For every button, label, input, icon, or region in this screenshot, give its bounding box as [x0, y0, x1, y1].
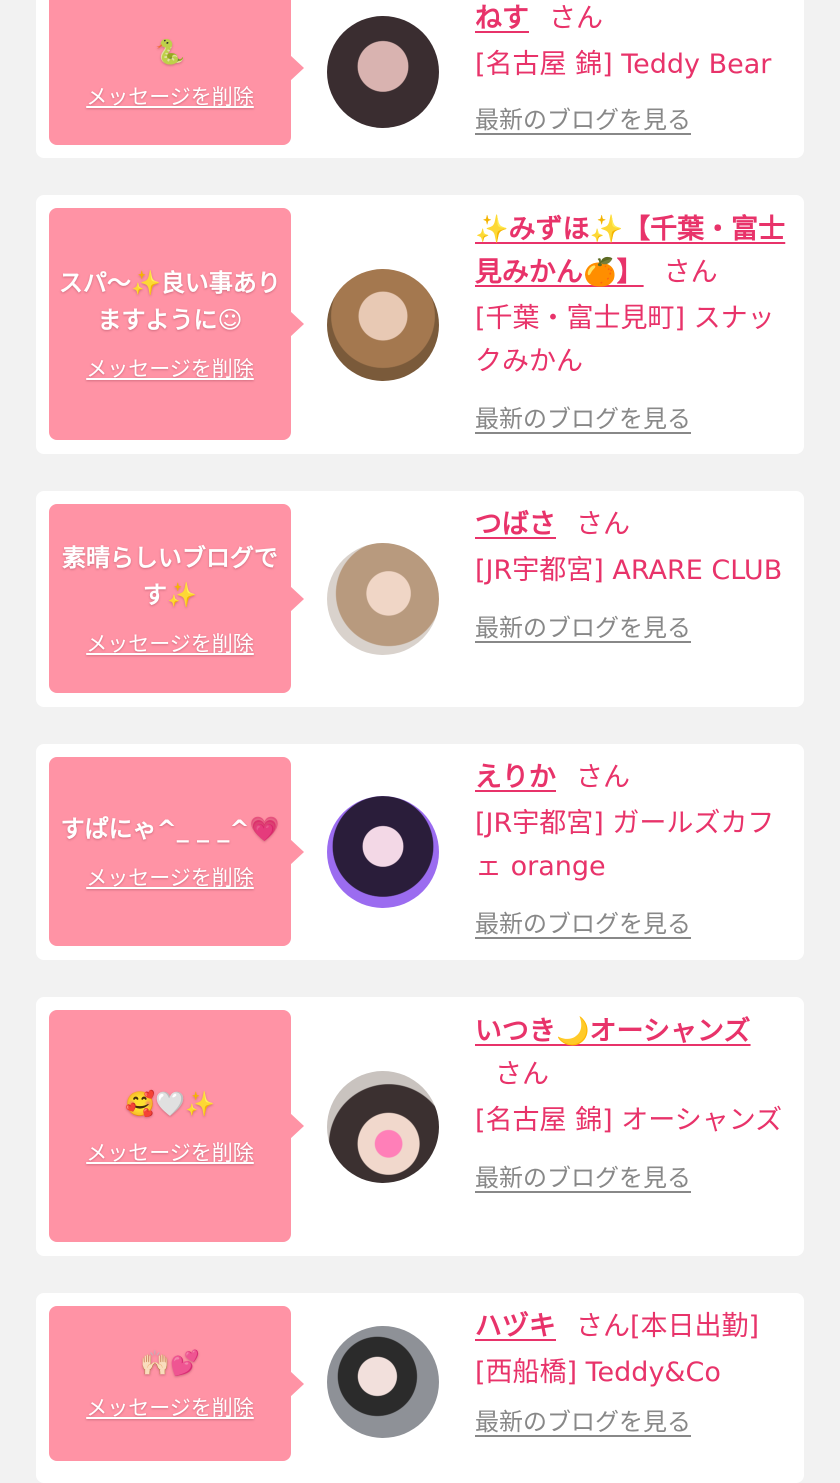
message-bubble: 🐍 メッセージを削除 — [49, 0, 304, 145]
message-text: すぱにゃ^_ _ _^💗 — [60, 815, 280, 843]
latest-blog-link[interactable]: 最新のブログを見る — [475, 608, 793, 643]
avatar[interactable] — [327, 543, 439, 655]
delete-message-link[interactable]: メッセージを削除 — [86, 81, 254, 111]
shop-name: [千葉・富士見町] スナックみかん — [475, 303, 775, 377]
honorific: さん — [495, 1059, 549, 1090]
user-name-link[interactable]: ねす — [475, 3, 529, 34]
user-name-link[interactable]: いつき🌙オーシャンズ — [475, 1016, 751, 1047]
shop-name: [名古屋 錦] オーシャンズ — [475, 1105, 783, 1136]
message-bubble: 🙌🏻💕 メッセージを削除 — [49, 1306, 304, 1461]
shop-name: [名古屋 錦] Teddy Bear — [475, 49, 772, 80]
delete-message-link[interactable]: メッセージを削除 — [86, 1392, 254, 1422]
avatar[interactable] — [327, 269, 439, 381]
avatar[interactable] — [327, 1071, 439, 1183]
delete-message-link[interactable]: メッセージを削除 — [86, 353, 254, 383]
latest-blog-link[interactable]: 最新のブログを見る — [475, 100, 793, 135]
user-name-link[interactable]: つばさ — [475, 509, 556, 540]
message-card: 🙌🏻💕 メッセージを削除 ハヅキ さん[本日出勤] [西船橋] Teddy&Co … — [36, 1293, 804, 1483]
shop-name: [JR宇都宮] ガールズカフェ orange — [475, 808, 775, 882]
profile-info: つばさ さん [JR宇都宮] ARARE CLUB 最新のブログを見る — [475, 503, 793, 643]
user-name-link[interactable]: ハヅキ — [475, 1311, 556, 1342]
latest-blog-link[interactable]: 最新のブログを見る — [475, 1158, 793, 1193]
message-bubble: 素晴らしいブログです✨ メッセージを削除 — [49, 504, 304, 693]
honorific: さん — [576, 762, 630, 793]
message-text: 🥰🤍✨ — [125, 1089, 215, 1118]
message-card: 🐍 メッセージを削除 ねす さん [名古屋 錦] Teddy Bear 最新のブロ… — [36, 0, 804, 158]
honorific: さん — [549, 3, 603, 34]
latest-blog-link[interactable]: 最新のブログを見る — [475, 904, 793, 939]
delete-message-link[interactable]: メッセージを削除 — [86, 862, 254, 892]
shop-name: [西船橋] Teddy&Co — [475, 1357, 721, 1388]
message-text: 素晴らしいブログです✨ — [62, 543, 278, 609]
message-bubble: 🥰🤍✨ メッセージを削除 — [49, 1010, 304, 1242]
profile-info: いつき🌙オーシャンズさん [名古屋 錦] オーシャンズ 最新のブログを見る — [475, 1010, 793, 1193]
profile-info: ハヅキ さん[本日出勤] [西船橋] Teddy&Co 最新のブログを見る — [475, 1305, 793, 1437]
user-name-link[interactable]: ✨みずほ✨【千葉・富士見みかん🍊】 — [475, 214, 785, 288]
latest-blog-link[interactable]: 最新のブログを見る — [475, 1402, 793, 1437]
message-card: すぱにゃ^_ _ _^💗 メッセージを削除 えりか さん [JR宇都宮] ガールズ… — [36, 744, 804, 960]
profile-info: えりか さん [JR宇都宮] ガールズカフェ orange 最新のブログを見る — [475, 756, 793, 939]
delete-message-link[interactable]: メッセージを削除 — [86, 1137, 254, 1167]
shop-name: [JR宇都宮] ARARE CLUB — [475, 555, 783, 586]
message-bubble: すぱにゃ^_ _ _^💗 メッセージを削除 — [49, 757, 304, 946]
delete-message-link[interactable]: メッセージを削除 — [86, 628, 254, 658]
shift-status: [本日出勤] — [630, 1311, 760, 1342]
profile-info: ✨みずほ✨【千葉・富士見みかん🍊】 さん [千葉・富士見町] スナックみかん 最新… — [475, 208, 793, 434]
user-name-link[interactable]: えりか — [475, 762, 556, 793]
message-text: 🙌🏻💕 — [140, 1349, 200, 1377]
message-card: スパ〜✨良い事ありますように☺︎ メッセージを削除 ✨みずほ✨【千葉・富士見みか… — [36, 195, 804, 454]
avatar[interactable] — [327, 1326, 439, 1438]
avatar[interactable] — [327, 16, 439, 128]
message-text: スパ〜✨良い事ありますように☺︎ — [59, 269, 281, 334]
latest-blog-link[interactable]: 最新のブログを見る — [475, 399, 793, 434]
profile-info: ねす さん [名古屋 錦] Teddy Bear 最新のブログを見る — [475, 0, 793, 135]
honorific: さん — [663, 257, 718, 288]
message-card: 素晴らしいブログです✨ メッセージを削除 つばさ さん [JR宇都宮] ARARE… — [36, 491, 804, 707]
message-bubble: スパ〜✨良い事ありますように☺︎ メッセージを削除 — [49, 208, 304, 440]
message-text: 🐍 — [155, 38, 185, 66]
message-card: 🥰🤍✨ メッセージを削除 いつき🌙オーシャンズさん [名古屋 錦] オーシャンズ… — [36, 997, 804, 1256]
honorific: さん — [576, 509, 630, 540]
avatar[interactable] — [327, 796, 439, 908]
honorific: さん — [576, 1311, 630, 1342]
